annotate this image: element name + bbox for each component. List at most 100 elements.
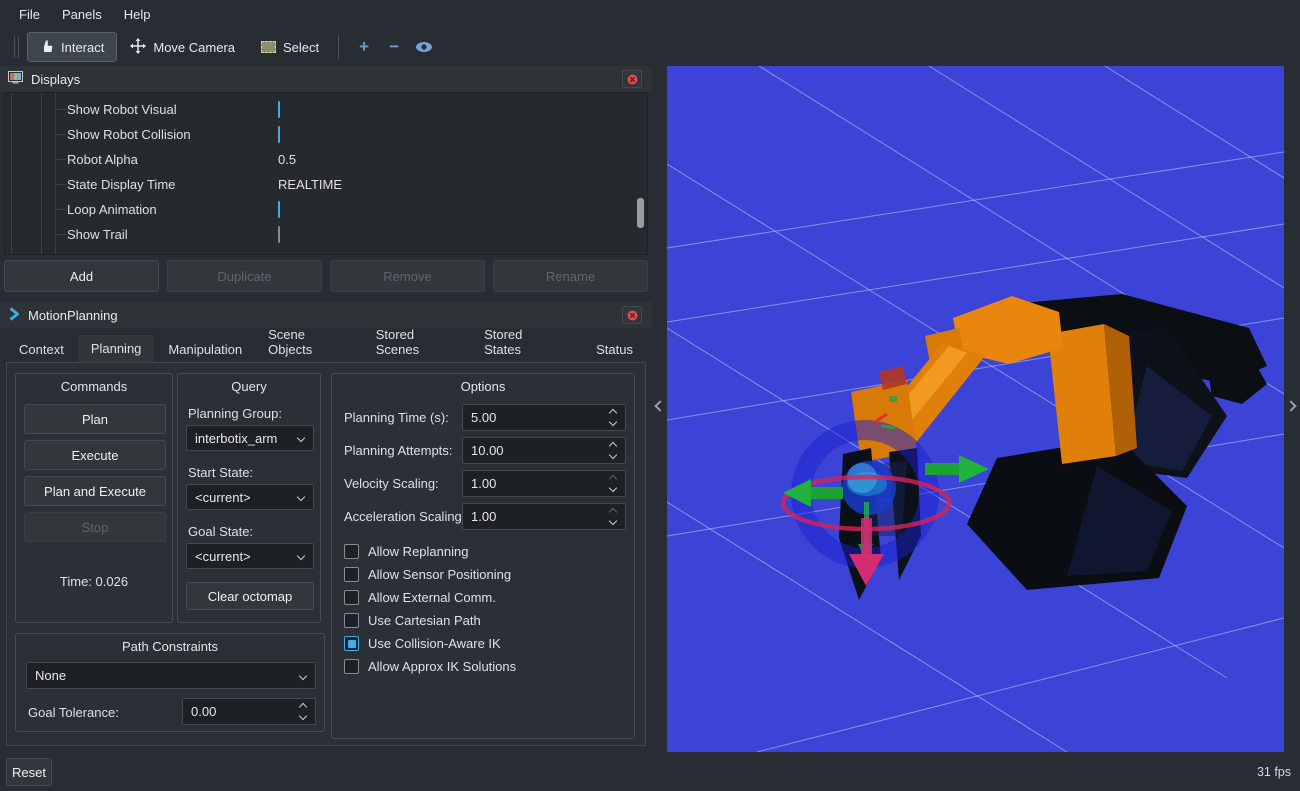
- goal-state-value: <current>: [195, 549, 251, 564]
- panel-splitter[interactable]: [652, 66, 667, 752]
- property-checkbox[interactable]: [278, 126, 280, 143]
- displays-panel-header[interactable]: Displays: [0, 66, 652, 92]
- chevron-down-icon: [297, 434, 305, 442]
- tree-scrollbar-thumb[interactable]: [637, 198, 644, 228]
- zoom-in-button[interactable]: +: [349, 33, 379, 61]
- duplicate-display-button[interactable]: Duplicate: [167, 260, 322, 292]
- tree-row-trail-step-size[interactable]: Trail Step Size: [5, 247, 647, 255]
- spin-up-icon[interactable]: [299, 703, 307, 711]
- checkbox[interactable]: [344, 613, 359, 628]
- tree-row-show-robot-collision[interactable]: Show Robot Collision: [5, 122, 647, 147]
- chevron-down-icon: [297, 552, 305, 560]
- execute-button[interactable]: Execute: [24, 440, 166, 470]
- select-tool-button[interactable]: Select: [248, 32, 332, 62]
- spin-down-icon[interactable]: [299, 712, 307, 720]
- toolbar: Interact Move Camera Select + −: [0, 28, 1300, 66]
- property-value[interactable]: REALTIME: [278, 177, 342, 192]
- plan-and-execute-button[interactable]: Plan and Execute: [24, 476, 166, 506]
- displays-panel-icon: [8, 71, 23, 87]
- zoom-out-button[interactable]: −: [379, 33, 409, 61]
- checkbox[interactable]: [344, 567, 359, 582]
- velocity-scaling-spinbox[interactable]: 1.00: [462, 470, 626, 497]
- displays-button-row: Add Duplicate Remove Rename: [4, 260, 648, 292]
- spin-down-icon[interactable]: [609, 418, 617, 426]
- goal-state-combo[interactable]: <current>: [186, 543, 314, 569]
- spin-down-icon[interactable]: [609, 451, 617, 459]
- menu-help[interactable]: Help: [113, 3, 162, 26]
- checkbox[interactable]: [344, 544, 359, 559]
- use-cartesian-path-checkbox[interactable]: Use Cartesian Path: [344, 613, 481, 628]
- planning-group-combo[interactable]: interbotix_arm: [186, 425, 314, 451]
- spin-up-icon[interactable]: [609, 409, 617, 417]
- tree-row-state-display-time[interactable]: State Display Time REALTIME: [5, 172, 647, 197]
- right-splitter[interactable]: [1284, 66, 1300, 752]
- allow-sensor-positioning-checkbox[interactable]: Allow Sensor Positioning: [344, 567, 511, 582]
- add-display-button[interactable]: Add: [4, 260, 159, 292]
- start-state-combo[interactable]: <current>: [186, 484, 314, 510]
- collapse-right-icon[interactable]: [1285, 400, 1296, 411]
- displays-close-button[interactable]: [622, 70, 642, 88]
- stop-button[interactable]: Stop: [24, 512, 166, 542]
- tree-row-show-trail[interactable]: Show Trail: [5, 222, 647, 247]
- use-collision-aware-ik-checkbox[interactable]: Use Collision-Aware IK: [344, 636, 501, 651]
- allow-replanning-checkbox[interactable]: Allow Replanning: [344, 544, 468, 559]
- planning-time-readout: Time: 0.026: [16, 574, 172, 589]
- goal-tolerance-spinbox[interactable]: 0.00: [182, 698, 316, 725]
- motionplanning-panel-title: MotionPlanning: [28, 308, 118, 323]
- checkbox[interactable]: [344, 659, 359, 674]
- plan-button[interactable]: Plan: [24, 404, 166, 434]
- 3d-viewport[interactable]: [667, 66, 1284, 752]
- tab-stored-scenes[interactable]: Stored Scenes: [363, 322, 471, 362]
- planning-attempts-spinbox[interactable]: 10.00: [462, 437, 626, 464]
- property-checkbox[interactable]: [278, 201, 280, 218]
- tab-status[interactable]: Status: [583, 337, 646, 362]
- planning-time-spinbox[interactable]: 5.00: [462, 404, 626, 431]
- spin-up-icon[interactable]: [609, 442, 617, 450]
- menu-panels[interactable]: Panels: [51, 3, 113, 26]
- tree-row-loop-animation[interactable]: Loop Animation: [5, 197, 647, 222]
- allow-external-comm-checkbox[interactable]: Allow External Comm.: [344, 590, 496, 605]
- tab-scene-objects[interactable]: Scene Objects: [255, 322, 363, 362]
- planning-attempts-label: Planning Attempts:: [344, 443, 452, 458]
- spin-value: 10.00: [463, 443, 603, 458]
- tab-manipulation[interactable]: Manipulation: [155, 337, 255, 362]
- tab-stored-states[interactable]: Stored States: [471, 322, 573, 362]
- path-constraints-combo[interactable]: None: [26, 662, 316, 689]
- tree-row-robot-alpha[interactable]: Robot Alpha 0.5: [5, 147, 647, 172]
- spin-up-icon[interactable]: [609, 475, 617, 483]
- tree-row-show-robot-visual[interactable]: Show Robot Visual: [5, 97, 647, 122]
- visibility-eye-button[interactable]: [409, 33, 439, 61]
- displays-property-tree[interactable]: Show Robot Visual Show Robot Collision R…: [4, 92, 648, 255]
- planning-group-label: Planning Group:: [188, 406, 282, 421]
- spin-up-icon[interactable]: [609, 508, 617, 516]
- interact-tool-button[interactable]: Interact: [27, 32, 117, 62]
- interactive-marker: [783, 414, 989, 586]
- property-label: Loop Animation: [67, 202, 157, 217]
- property-checkbox[interactable]: [278, 226, 280, 243]
- tab-planning[interactable]: Planning: [77, 334, 156, 362]
- eye-icon: [415, 41, 433, 53]
- property-checkbox[interactable]: [278, 101, 280, 118]
- collapse-left-icon[interactable]: [654, 400, 665, 411]
- toolbar-drag-handle[interactable]: [14, 36, 19, 58]
- checkbox[interactable]: [344, 636, 359, 651]
- start-state-value: <current>: [195, 490, 251, 505]
- commands-group: Commands Plan Execute Plan and Execute S…: [15, 373, 173, 623]
- acceleration-scaling-spinbox[interactable]: 1.00: [462, 503, 626, 530]
- tab-context[interactable]: Context: [6, 337, 77, 362]
- select-box-icon: [261, 41, 276, 53]
- motionplanning-close-button[interactable]: [622, 306, 642, 324]
- spin-down-icon[interactable]: [609, 517, 617, 525]
- remove-display-button[interactable]: Remove: [330, 260, 485, 292]
- spin-down-icon[interactable]: [609, 484, 617, 492]
- close-icon: [627, 74, 638, 85]
- menu-file[interactable]: File: [8, 3, 51, 26]
- checkbox[interactable]: [344, 590, 359, 605]
- motionplanning-tabs: Context Planning Manipulation Scene Obje…: [6, 336, 646, 362]
- rename-display-button[interactable]: Rename: [493, 260, 648, 292]
- move-camera-tool-button[interactable]: Move Camera: [117, 32, 248, 62]
- clear-octomap-button[interactable]: Clear octomap: [186, 582, 314, 610]
- property-value[interactable]: 0.5: [278, 152, 296, 167]
- reset-button[interactable]: Reset: [6, 758, 52, 786]
- allow-approx-ik-solutions-checkbox[interactable]: Allow Approx IK Solutions: [344, 659, 516, 674]
